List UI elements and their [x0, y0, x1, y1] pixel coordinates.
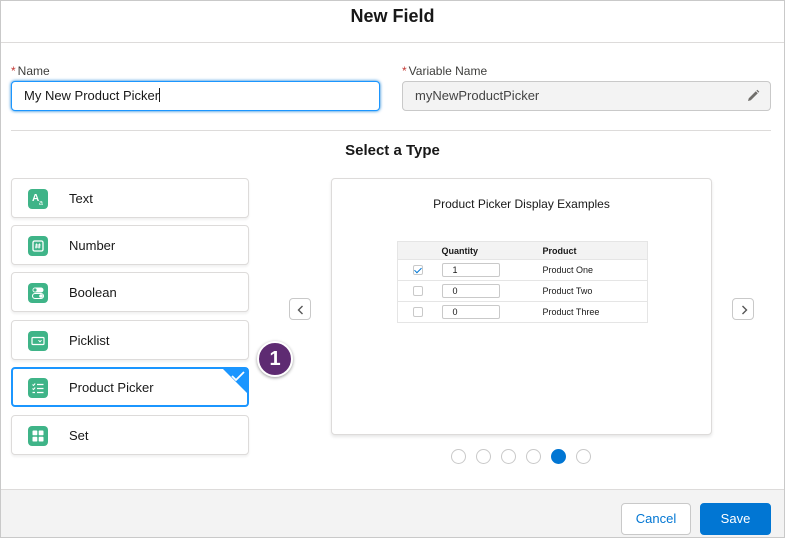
pagination-dot[interactable]	[526, 449, 541, 464]
row-checkbox[interactable]	[412, 286, 423, 297]
table-row: 1 Product One	[397, 259, 648, 281]
type-option-label: Picklist	[69, 333, 110, 348]
checklist-icon	[28, 378, 48, 398]
cancel-button[interactable]: Cancel	[621, 503, 691, 535]
quantity-input[interactable]: 0	[441, 305, 500, 319]
type-option-label: Set	[69, 428, 89, 443]
type-option-boolean[interactable]: Boolean	[11, 272, 249, 312]
column-header	[397, 241, 438, 260]
required-mark: *	[402, 64, 407, 78]
product-cell: Product One	[538, 259, 648, 281]
new-field-modal: New Field * Name My New Product Picker * V…	[0, 0, 785, 538]
modal-footer: Cancel Save	[1, 489, 784, 537]
product-cell: Product Two	[538, 280, 648, 302]
column-header: Quantity	[437, 241, 539, 260]
carousel-next-button[interactable]	[732, 298, 754, 320]
checkmark-icon	[231, 371, 245, 382]
table-header-row: Quantity Product	[397, 241, 648, 260]
modal-title: New Field	[350, 6, 435, 26]
preview-card: Product Picker Display Examples Quantity…	[331, 178, 712, 435]
grid-icon	[28, 426, 48, 446]
pagination-dot[interactable]	[476, 449, 491, 464]
section-divider	[11, 130, 771, 131]
select-type-title: Select a Type	[345, 142, 440, 159]
callout-badge: 1	[257, 341, 293, 377]
number-icon	[28, 236, 48, 256]
row-checkbox[interactable]	[412, 307, 423, 318]
product-cell: Product Three	[538, 301, 648, 323]
quantity-input[interactable]: 0	[441, 284, 500, 298]
type-option-text[interactable]: Aa Text	[11, 178, 249, 218]
type-option-product-picker[interactable]: Product Picker	[11, 367, 249, 407]
table-row: 0 Product Three	[397, 301, 648, 323]
svg-text:a: a	[39, 200, 43, 207]
table-row: 0 Product Two	[397, 280, 648, 302]
pagination-dot[interactable]	[501, 449, 516, 464]
save-button[interactable]: Save	[700, 503, 771, 535]
text-caret	[159, 88, 161, 102]
pagination-dot-active[interactable]	[551, 449, 566, 464]
row-checkbox[interactable]	[412, 265, 423, 276]
variable-name-label: * Variable Name	[402, 64, 488, 78]
type-option-label: Boolean	[69, 285, 117, 300]
example-table: Quantity Product 1 Product One 0 Product…	[397, 241, 648, 323]
type-option-label: Product Picker	[69, 380, 154, 395]
pagination-dot[interactable]	[451, 449, 466, 464]
type-option-set[interactable]: Set	[11, 415, 249, 455]
name-input[interactable]: My New Product Picker	[11, 81, 380, 111]
type-option-label: Number	[69, 238, 116, 253]
required-mark: *	[11, 64, 16, 78]
picklist-icon	[28, 331, 48, 351]
pagination-dot[interactable]	[576, 449, 591, 464]
chevron-right-icon	[742, 305, 748, 315]
carousel-prev-button[interactable]	[289, 298, 311, 320]
pencil-icon[interactable]	[746, 89, 760, 103]
variable-name-input: myNewProductPicker	[402, 81, 771, 111]
toggle-icon	[28, 283, 48, 303]
type-option-label: Text	[69, 191, 93, 206]
column-header: Product	[538, 241, 648, 260]
quantity-input[interactable]: 1	[441, 263, 500, 277]
text-icon: Aa	[28, 189, 48, 209]
modal-header: New Field	[1, 1, 784, 43]
name-label: * Name	[11, 64, 50, 78]
chevron-left-icon	[297, 305, 303, 315]
type-option-number[interactable]: Number	[11, 225, 249, 265]
preview-title: Product Picker Display Examples	[433, 197, 610, 211]
type-option-picklist[interactable]: Picklist	[11, 320, 249, 360]
